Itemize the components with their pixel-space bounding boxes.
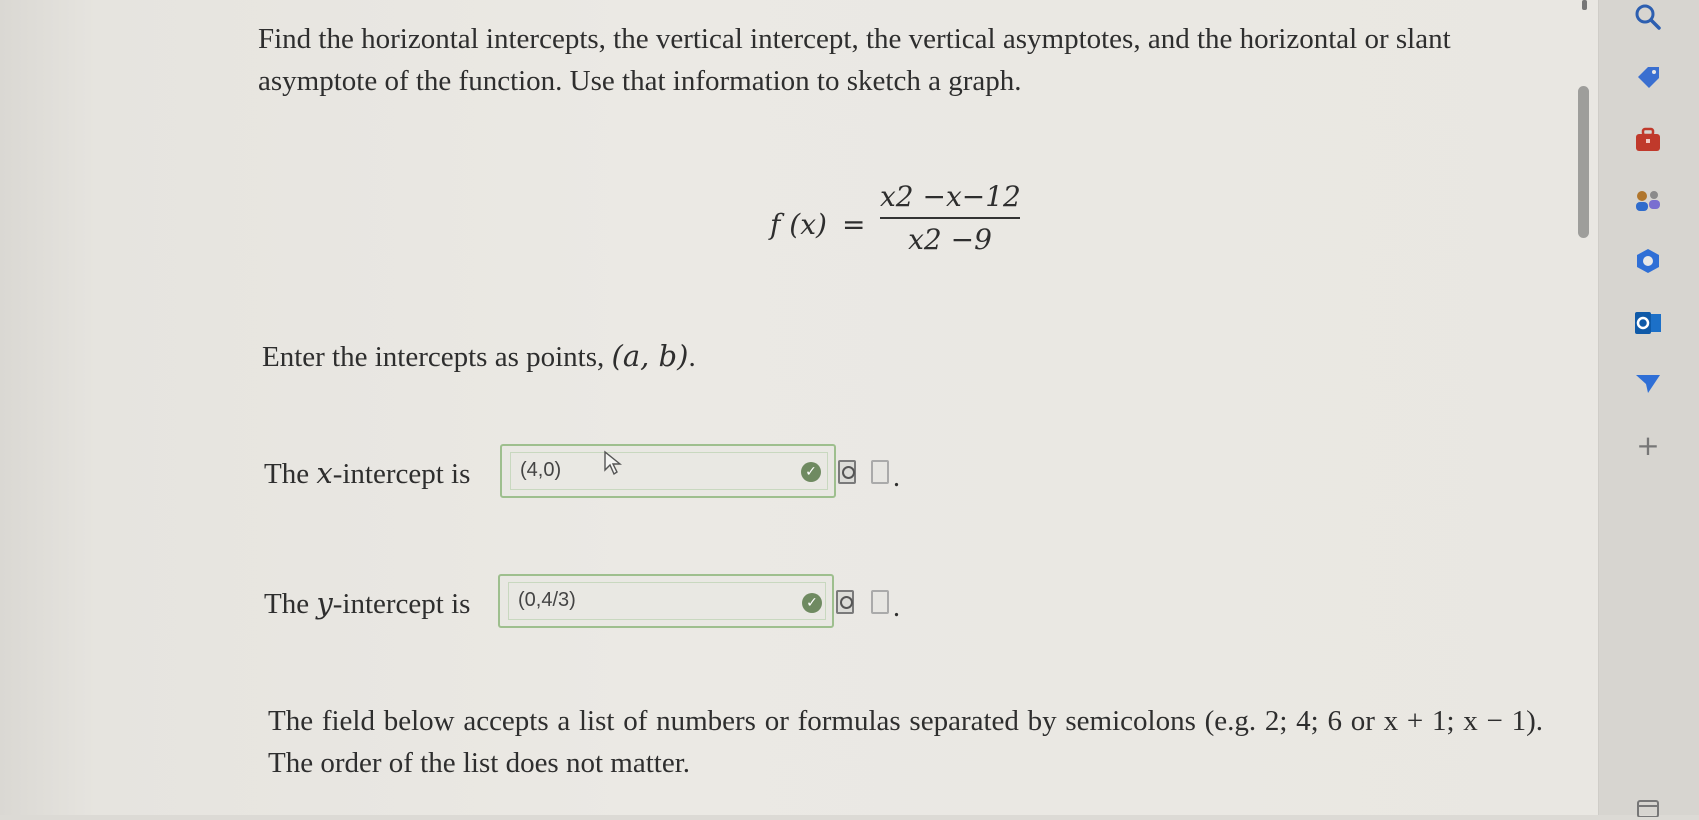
add-icon[interactable]: + xyxy=(1633,429,1663,462)
office-icon[interactable] xyxy=(1633,246,1663,276)
browser-sidebar: + xyxy=(1598,0,1699,817)
question-page: Find the horizontal intercepts, the vert… xyxy=(0,0,1598,815)
label-var: x xyxy=(316,456,333,490)
preview-icon[interactable] xyxy=(836,590,854,614)
formula-lhs: f (x) xyxy=(770,208,827,241)
fraction-bar xyxy=(880,217,1020,219)
x-intercept-field[interactable] xyxy=(500,444,836,498)
y-intercept-input[interactable] xyxy=(516,588,770,613)
formula-equals: = xyxy=(842,208,866,241)
period: . xyxy=(893,462,900,493)
instructions-suffix: . xyxy=(688,341,696,373)
formula-numerator: x2 −x−12 xyxy=(880,180,1021,213)
briefcase-icon[interactable] xyxy=(1633,125,1663,155)
tag-icon[interactable] xyxy=(1633,62,1663,92)
help-doc-icon[interactable] xyxy=(871,590,889,614)
question-text: Find the horizontal intercepts, the vert… xyxy=(258,23,1451,98)
formula-denominator: x2 −9 xyxy=(908,223,992,256)
help-doc-icon[interactable] xyxy=(871,460,889,484)
y-intercept-label: The y-intercept is xyxy=(264,586,470,621)
people-icon[interactable] xyxy=(1633,185,1663,215)
scroll-up-arrow[interactable] xyxy=(1582,0,1587,10)
window-icon[interactable] xyxy=(1633,790,1663,820)
scrollbar-thumb[interactable] xyxy=(1578,86,1589,238)
instructions-prefix: Enter the intercepts as points, xyxy=(262,341,612,373)
x-intercept-input[interactable] xyxy=(518,458,772,483)
formula-fraction: x2 −x−12 x2 −9 xyxy=(880,180,1021,256)
mouse-cursor-icon xyxy=(604,450,622,476)
y-intercept-field[interactable] xyxy=(498,574,834,628)
send-icon[interactable] xyxy=(1633,368,1663,398)
label-prefix: The xyxy=(264,458,317,490)
list-field-instructions: The field below accepts a list of number… xyxy=(268,705,1543,780)
point-notation: (a, b) xyxy=(611,339,689,373)
x-intercept-label: The x-intercept is xyxy=(264,456,470,491)
function-formula: f (x) = x2 −x−12 x2 −9 xyxy=(770,180,1030,270)
period: . xyxy=(893,592,900,623)
search-icon[interactable] xyxy=(1633,2,1663,32)
outlook-icon[interactable] xyxy=(1633,308,1663,338)
intercept-instructions: Enter the intercepts as points, (a, b). xyxy=(262,335,696,378)
correct-check-icon: ✓ xyxy=(802,593,822,613)
label-suffix: -intercept is xyxy=(332,588,471,620)
label-suffix: -intercept is xyxy=(332,458,471,490)
preview-icon[interactable] xyxy=(838,460,856,484)
correct-check-icon: ✓ xyxy=(801,462,821,482)
label-var: y xyxy=(316,586,333,620)
label-prefix: The xyxy=(264,588,317,620)
